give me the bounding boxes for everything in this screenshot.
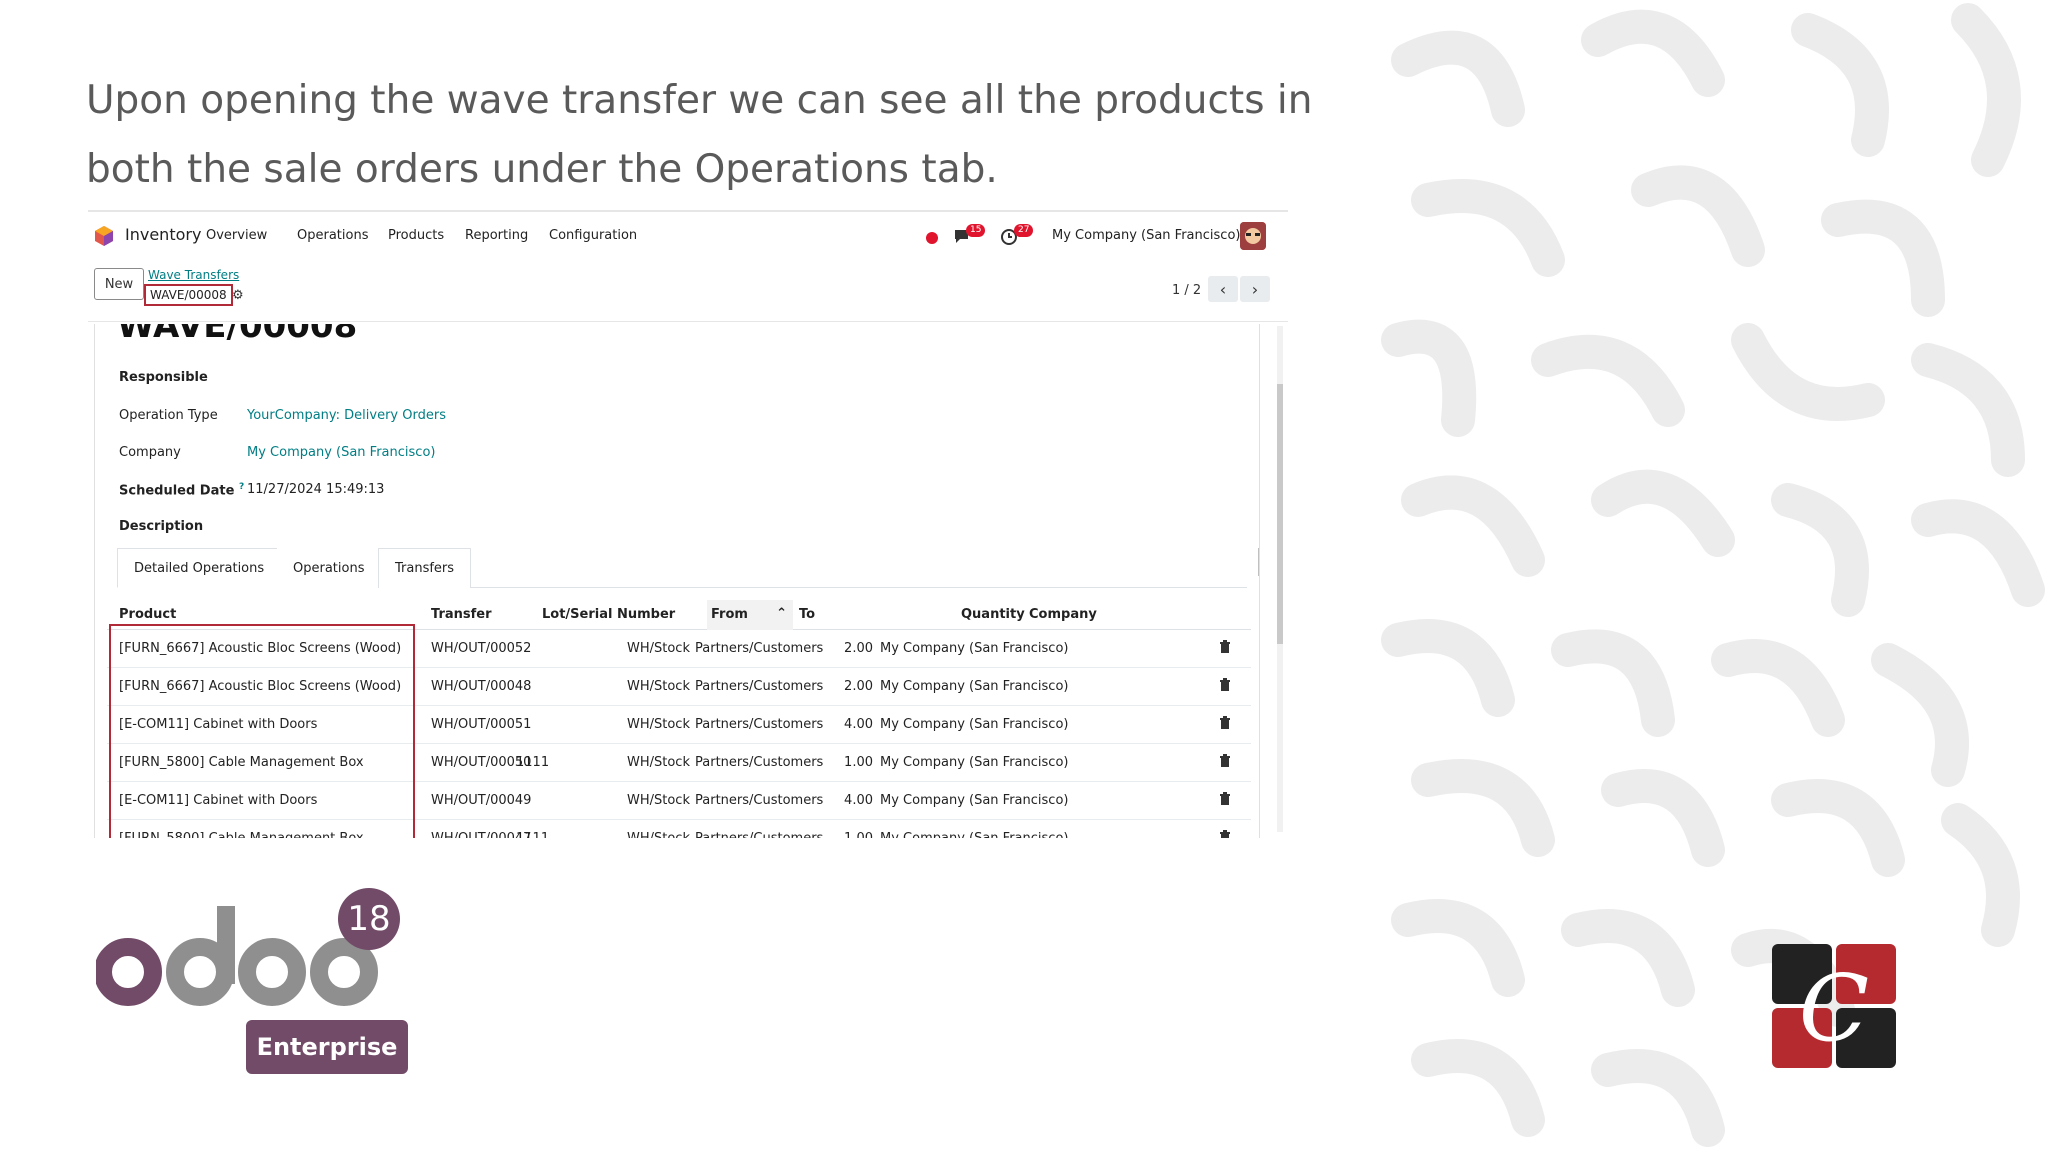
notebook-tabs: Detailed Operations Operations Transfers: [117, 548, 1247, 588]
cell-transfer: WH/OUT/00052: [431, 641, 532, 656]
cell-company: My Company (San Francisco): [880, 717, 1069, 732]
cell-to: Partners/Customers: [695, 717, 824, 732]
tab-operations[interactable]: Operations: [277, 548, 381, 588]
menu-overview[interactable]: Overview: [206, 228, 267, 243]
col-from[interactable]: From ⌃: [707, 600, 793, 630]
cell-lot: 1111: [516, 755, 550, 770]
decorative-swirl-background: [1381, 3, 2045, 1147]
company-switcher[interactable]: My Company (San Francisco): [1052, 228, 1240, 243]
col-lot-serial[interactable]: Lot/Serial Number: [542, 607, 675, 622]
version-badge: 18: [338, 888, 400, 950]
sort-ascending-icon: ⌃: [776, 606, 787, 621]
cell-quantity: 1.00: [844, 755, 873, 770]
cell-company: My Company (San Francisco): [880, 641, 1069, 656]
menu-configuration[interactable]: Configuration: [549, 228, 637, 243]
control-panel: New Wave Transfers WAVE/00008 ⚙ 1 / 2 ‹ …: [88, 264, 1288, 322]
cell-company: My Company (San Francisco): [880, 679, 1069, 694]
help-tooltip-icon[interactable]: ?: [239, 482, 244, 492]
new-button[interactable]: New: [94, 268, 144, 300]
menu-reporting[interactable]: Reporting: [465, 228, 528, 243]
enterprise-badge: Enterprise: [246, 1020, 408, 1074]
gear-icon[interactable]: ⚙: [232, 288, 244, 303]
company-value[interactable]: My Company (San Francisco): [247, 445, 435, 460]
breadcrumb-wave-transfers[interactable]: Wave Transfers: [148, 268, 239, 282]
cell-transfer: WH/OUT/00049: [431, 793, 532, 808]
tab-transfers[interactable]: Transfers: [378, 548, 472, 588]
cell-to: Partners/Customers: [695, 641, 824, 656]
cell-from: WH/Stock: [627, 755, 690, 770]
cell-lot: 1111: [516, 831, 549, 838]
cell-quantity: 2.00: [844, 641, 873, 656]
top-navbar: Inventory Overview Operations Products R…: [88, 212, 1288, 260]
form-sheet: WAVE/00008 Responsible Operation Type Yo…: [94, 324, 1260, 838]
cell-from: WH/Stock: [627, 717, 690, 732]
cell-to: Partners/Customers: [695, 831, 823, 838]
col-company[interactable]: Company: [1029, 607, 1097, 622]
col-transfer[interactable]: Transfer: [431, 607, 492, 622]
pager-value[interactable]: 1 / 2: [1172, 283, 1201, 298]
user-avatar[interactable]: [1240, 222, 1266, 250]
operation-type-value[interactable]: YourCompany: Delivery Orders: [247, 408, 446, 423]
cell-to: Partners/Customers: [695, 793, 824, 808]
cell-from: WH/Stock: [627, 641, 690, 656]
inventory-app-icon: [95, 226, 113, 246]
cell-from: WH/Stock: [627, 679, 690, 694]
cell-quantity: 4.00: [844, 717, 873, 732]
col-from-label: From: [711, 607, 748, 622]
trash-icon[interactable]: [1219, 678, 1231, 692]
product-column-highlight: [109, 624, 415, 838]
responsible-label: Responsible: [119, 370, 208, 385]
activity-badge: 27: [1014, 224, 1034, 237]
recording-dot-icon[interactable]: [926, 232, 938, 244]
cell-transfer: WH/OUT/00051: [431, 717, 532, 732]
trash-icon[interactable]: [1219, 830, 1231, 838]
pager-previous-button[interactable]: ‹: [1208, 276, 1238, 302]
page-scrollbar[interactable]: [1276, 324, 1284, 834]
trash-icon[interactable]: [1219, 792, 1231, 806]
description-label: Description: [119, 519, 204, 534]
cell-from: WH/Stock: [627, 793, 690, 808]
menu-operations[interactable]: Operations: [297, 228, 368, 243]
chat-badge: 15: [966, 224, 986, 237]
cell-company: My Company (San Francisco): [880, 831, 1068, 838]
scheduled-date-label: Scheduled Date ?: [119, 482, 244, 498]
chevron-left-icon: ‹: [1219, 279, 1227, 299]
trash-icon[interactable]: [1219, 716, 1231, 730]
cell-company: My Company (San Francisco): [880, 793, 1069, 808]
cell-quantity: 2.00: [844, 679, 873, 694]
scheduled-date-label-text: Scheduled Date: [119, 483, 235, 499]
company-brand-logo: C: [1772, 944, 1896, 1068]
operation-type-label: Operation Type: [119, 408, 218, 423]
slide-caption: Upon opening the wave transfer we can se…: [86, 78, 1313, 192]
col-to[interactable]: To: [799, 607, 815, 622]
tab-scrollbar[interactable]: [1257, 544, 1260, 580]
odoo-screenshot: Inventory Overview Operations Products R…: [88, 210, 1288, 838]
cell-to: Partners/Customers: [695, 679, 824, 694]
svg-text:C: C: [1799, 955, 1869, 1062]
tab-detailed-operations[interactable]: Detailed Operations: [117, 548, 282, 588]
company-label: Company: [119, 445, 181, 460]
cell-quantity: 1.00: [813, 831, 873, 838]
col-product[interactable]: Product: [119, 607, 176, 622]
trash-icon[interactable]: [1219, 754, 1231, 768]
pager-next-button[interactable]: ›: [1240, 276, 1270, 302]
cell-from: WH/Stock: [627, 831, 690, 838]
cell-to: Partners/Customers: [695, 755, 824, 770]
col-quantity[interactable]: Quantity: [961, 607, 1025, 622]
scheduled-date-value[interactable]: 11/27/2024 15:49:13: [247, 482, 384, 497]
chevron-right-icon: ›: [1251, 279, 1259, 299]
trash-icon[interactable]: [1219, 640, 1231, 654]
cell-company: My Company (San Francisco): [880, 755, 1069, 770]
menu-products[interactable]: Products: [388, 228, 444, 243]
cell-transfer: WH/OUT/00048: [431, 679, 532, 694]
cell-quantity: 4.00: [844, 793, 873, 808]
app-name[interactable]: Inventory: [125, 225, 201, 244]
record-title[interactable]: WAVE/00008: [117, 324, 357, 346]
breadcrumb-record-name: WAVE/00008: [144, 284, 233, 306]
